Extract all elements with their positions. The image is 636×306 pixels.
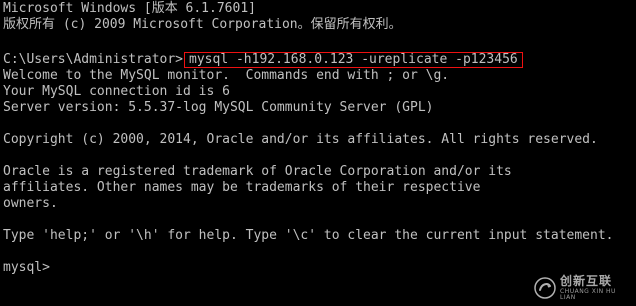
terminal-line: Your MySQL connection id is 6 — [3, 84, 230, 99]
chuangxin-logo-icon — [534, 277, 556, 299]
terminal-line: Oracle is a registered trademark of Orac… — [3, 164, 512, 179]
terminal-line: Microsoft Windows [版本 6.1.7601] — [3, 1, 256, 16]
mysql-prompt[interactable]: mysql> — [3, 260, 50, 276]
highlighted-command: mysql -h192.168.0.123 -ureplicate -p1234… — [184, 52, 523, 68]
watermark: 创新互联 CHUANG XIN HU LIAN — [534, 274, 630, 302]
watermark-cn: 创新互联 — [560, 274, 613, 288]
watermark-en: CHUANG XIN HU LIAN — [560, 288, 616, 301]
terminal-line: owners. — [3, 196, 58, 211]
terminal-line: Welcome to the MySQL monitor. Commands e… — [3, 68, 450, 83]
terminal-line: Server version: 5.5.37-log MySQL Communi… — [3, 100, 434, 115]
terminal-line: Copyright (c) 2000, 2014, Oracle and/or … — [3, 132, 598, 147]
terminal-line: Type 'help;' or '\h' for help. Type '\c'… — [3, 228, 614, 243]
terminal-window[interactable]: Microsoft Windows [版本 6.1.7601] 版权所有 (c)… — [0, 0, 636, 306]
command-line: C:\Users\Administrator> mysql -h192.168.0… — [3, 52, 523, 68]
prompt-path: C:\Users\Administrator> — [3, 52, 184, 67]
terminal-line: affiliates. Other names may be trademark… — [3, 180, 481, 195]
terminal-line: 版权所有 (c) 2009 Microsoft Corporation。保留所有… — [3, 17, 402, 32]
